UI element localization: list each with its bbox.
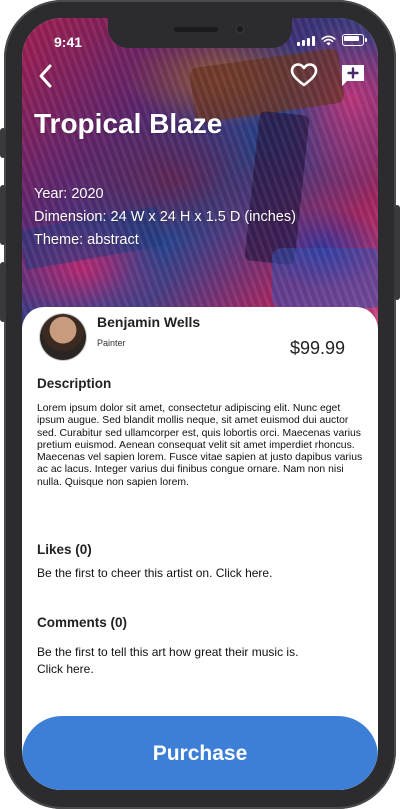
- artwork-theme: Theme: abstract: [34, 232, 139, 248]
- status-time: 9:41: [54, 34, 83, 50]
- battery-icon: [342, 34, 367, 46]
- mute-switch: [0, 128, 6, 158]
- artwork-price: $99.99: [289, 338, 345, 358]
- chat-plus-icon[interactable]: [340, 62, 366, 88]
- artwork-year: Year: 2020: [34, 186, 104, 202]
- app-screen: 9:41 Tropical Blaze Year: 2020 Dimension…: [22, 18, 378, 790]
- comments-cta-link[interactable]: Be the first to tell this art how great …: [37, 644, 327, 678]
- artwork-title: Tropical Blaze: [34, 108, 223, 139]
- heart-icon[interactable]: [290, 62, 318, 88]
- power-button: [394, 205, 400, 300]
- speaker-grille: [174, 27, 218, 32]
- artist-avatar[interactable]: [40, 314, 86, 360]
- volume-down-button: [0, 262, 6, 322]
- artist-role: Painter: [97, 338, 126, 348]
- front-camera: [235, 24, 245, 34]
- artist-name[interactable]: Benjamin Wells: [97, 314, 200, 330]
- likes-heading: Likes (0): [37, 542, 92, 557]
- artwork-dimension: Dimension: 24 W x 24 H x 1.5 D (inches): [34, 209, 296, 225]
- likes-cta-link[interactable]: Be the first to cheer this artist on. Cl…: [37, 565, 337, 582]
- description-heading: Description: [37, 376, 112, 391]
- volume-up-button: [0, 185, 6, 245]
- device-notch: [108, 18, 292, 48]
- cellular-signal-icon: [297, 35, 315, 46]
- chevron-left-icon[interactable]: [34, 62, 58, 90]
- purchase-button[interactable]: Purchase: [22, 716, 378, 790]
- status-icons: [297, 34, 367, 46]
- artwork-image: [22, 18, 378, 328]
- wifi-icon: [321, 35, 336, 45]
- description-text: Lorem ipsum dolor sit amet, consectetur …: [37, 403, 363, 488]
- artwork-details: Year: 2020 Dimension: 24 W x 24 H x 1.5 …: [34, 183, 296, 252]
- comments-heading: Comments (0): [37, 615, 128, 630]
